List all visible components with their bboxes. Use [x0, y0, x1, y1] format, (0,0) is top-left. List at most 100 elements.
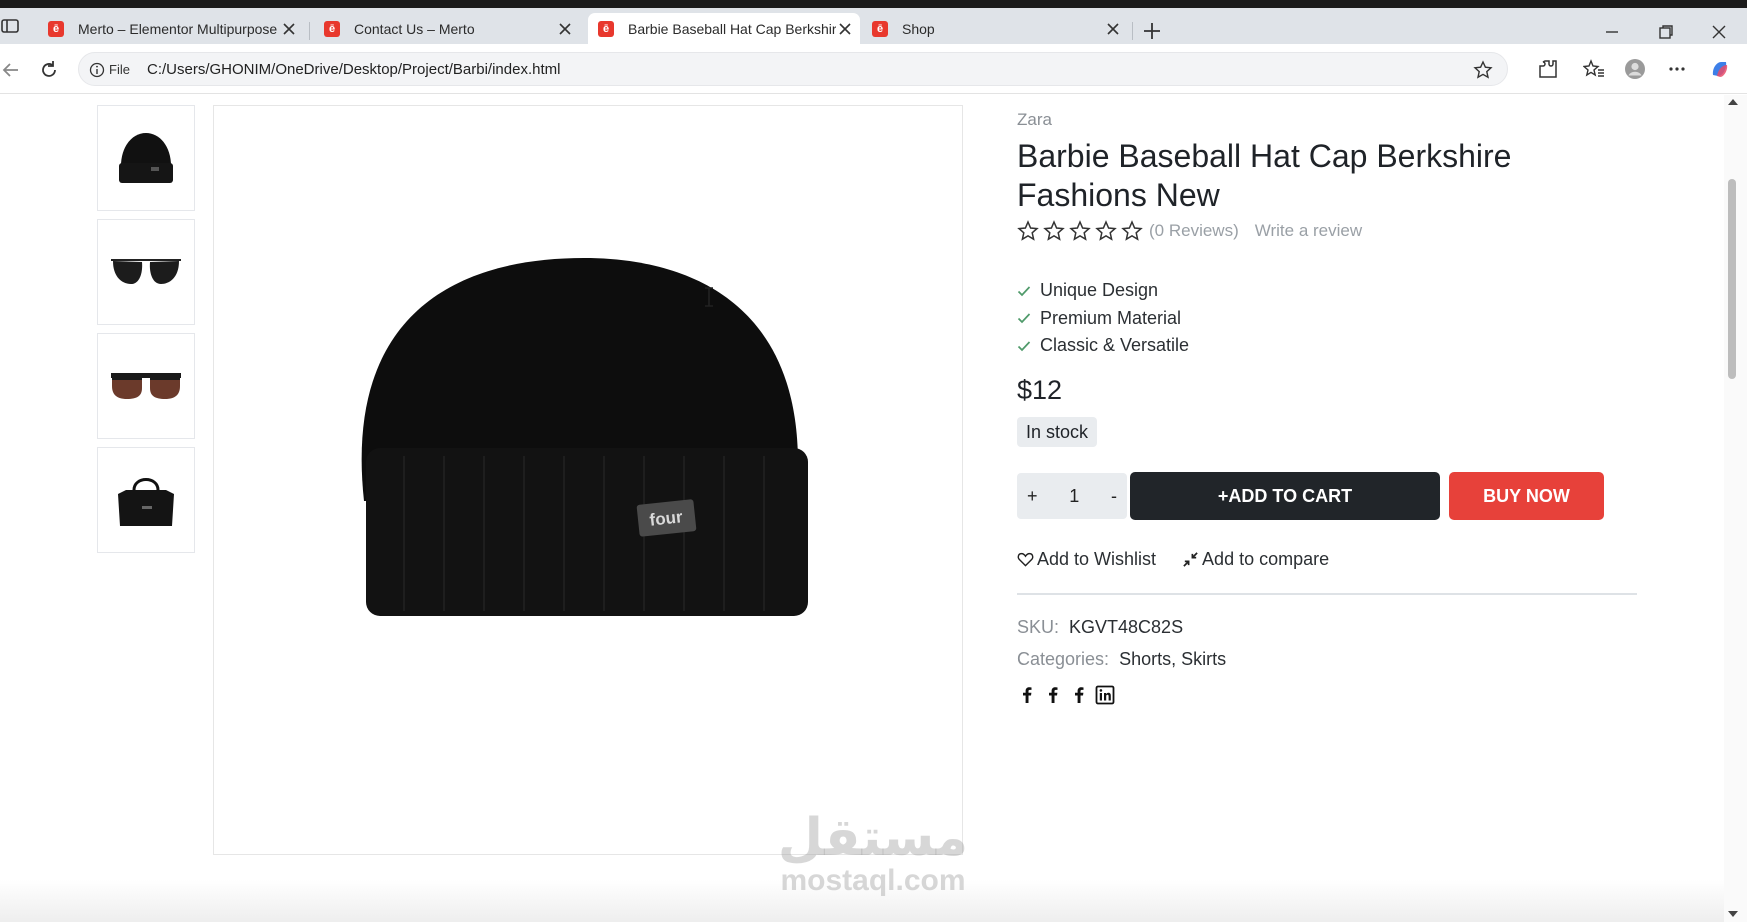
- star-icon[interactable]: [1473, 60, 1493, 80]
- rating-row: (0 Reviews) Write a review: [1017, 220, 1362, 242]
- write-review-link[interactable]: Write a review: [1255, 221, 1362, 241]
- merto-favicon-icon: ē: [324, 20, 340, 37]
- sku-value: KGVT48C82S: [1069, 617, 1184, 637]
- sku-label: SKU:: [1017, 617, 1060, 637]
- scroll-up-icon[interactable]: [1727, 97, 1739, 107]
- feature-item: Classic & Versatile: [1017, 332, 1189, 360]
- tab-title: Merto – Elementor Multipurpose: [78, 20, 278, 37]
- wishlist-label: Add to Wishlist: [1037, 549, 1157, 569]
- product-page: four Zara Barbie Baseball Hat Cap Berksh…: [0, 95, 1747, 922]
- sidebar-toggle-icon[interactable]: [0, 16, 20, 36]
- back-arrow-icon[interactable]: [0, 59, 22, 81]
- address-toolbar: File C:/Users/GHONIM/OneDrive/Desktop/Pr…: [0, 44, 1747, 94]
- reviews-count[interactable]: (0 Reviews): [1149, 221, 1239, 241]
- profile-icon[interactable]: [1624, 58, 1646, 80]
- feature-text: Premium Material: [1040, 307, 1182, 328]
- check-icon: [1017, 286, 1031, 296]
- compress-arrows-icon: [1183, 552, 1198, 567]
- merto-favicon-icon: ē: [598, 20, 614, 37]
- url-text[interactable]: C:/Users/GHONIM/OneDrive/Desktop/Project…: [147, 61, 560, 78]
- star-empty-icon: [1017, 220, 1039, 241]
- tab-contact-us[interactable]: ē Contact Us – Merto: [314, 13, 580, 44]
- close-icon[interactable]: [280, 20, 298, 38]
- product-title: Barbie Baseball Hat Cap Berkshire Fashio…: [1017, 138, 1512, 213]
- feature-list: Unique Design Premium Material Classic &…: [1017, 277, 1189, 360]
- reload-icon[interactable]: [38, 59, 60, 81]
- beanie-main-image: four: [361, 258, 808, 616]
- minimize-icon[interactable]: [1602, 22, 1622, 42]
- scrollbar-thumb[interactable]: [1728, 179, 1736, 379]
- divider: [1017, 593, 1637, 595]
- tab-merto-elementor[interactable]: ē Merto – Elementor Multipurpose: [38, 13, 304, 44]
- text-cursor-icon: [705, 287, 713, 307]
- star-empty-icon: [1121, 220, 1143, 241]
- rating-stars: [1017, 220, 1143, 242]
- sku-row: SKU: KGVT48C82S: [1017, 617, 1183, 638]
- watermark-latin: mostaql.com: [780, 864, 966, 897]
- categories-row: Categories: Shorts, Skirts: [1017, 649, 1226, 670]
- beanie-thumbnail-icon: [119, 133, 173, 183]
- beanie-label-text: four: [649, 507, 684, 529]
- add-to-cart-button[interactable]: +ADD TO CART: [1130, 472, 1440, 520]
- tab-separator: [1132, 22, 1133, 40]
- star-empty-icon: [1069, 220, 1091, 241]
- sunglasses-thumbnail-icon: [111, 259, 181, 284]
- file-label: File: [109, 62, 130, 77]
- categories-value[interactable]: Shorts, Skirts: [1119, 649, 1226, 669]
- close-icon[interactable]: [1104, 20, 1122, 38]
- tab-title: Barbie Baseball Hat Cap Berkshire: [628, 20, 836, 37]
- merto-favicon-icon: ē: [872, 20, 888, 37]
- feature-text: Classic & Versatile: [1040, 335, 1190, 356]
- product-price: $12: [1017, 375, 1063, 405]
- thumbnail-handbag[interactable]: [97, 447, 195, 553]
- check-icon: [1017, 313, 1031, 324]
- extensions-icon[interactable]: [1537, 58, 1559, 80]
- main-product-image[interactable]: four: [213, 105, 963, 855]
- compare-label: Add to compare: [1202, 549, 1330, 569]
- facebook-icon[interactable]: [1069, 685, 1089, 705]
- close-window-icon[interactable]: [1709, 22, 1729, 42]
- qty-value[interactable]: 1: [1069, 486, 1079, 507]
- tab-shop[interactable]: ē Shop: [862, 13, 1128, 44]
- thumbnail-beanie[interactable]: [97, 105, 195, 211]
- feature-item: Premium Material: [1017, 305, 1189, 333]
- brown-sunglasses-thumbnail-icon: [111, 373, 181, 399]
- tab-separator: [309, 22, 310, 40]
- thumbnail-aviator[interactable]: [97, 219, 195, 325]
- quantity-stepper: + 1 -: [1017, 473, 1127, 519]
- add-to-wishlist-link[interactable]: Add to Wishlist: [1017, 549, 1156, 570]
- facebook-icon[interactable]: [1017, 685, 1037, 705]
- scroll-down-icon[interactable]: [1727, 909, 1739, 919]
- close-icon[interactable]: [836, 20, 854, 38]
- plus-icon[interactable]: [1142, 21, 1162, 41]
- linkedin-icon[interactable]: [1095, 685, 1115, 705]
- watermark: مستقل mostaql.com: [763, 810, 983, 896]
- check-icon: [1017, 341, 1031, 351]
- stock-badge: In stock: [1017, 417, 1098, 447]
- handbag-thumbnail-icon: [118, 478, 174, 526]
- url-bar[interactable]: File C:/Users/GHONIM/OneDrive/Desktop/Pr…: [78, 52, 1508, 86]
- more-icon[interactable]: [1666, 58, 1688, 80]
- categories-label: Categories:: [1017, 649, 1110, 669]
- brand-label[interactable]: Zara: [1017, 110, 1052, 130]
- close-icon[interactable]: [556, 20, 574, 38]
- page-scrollbar[interactable]: [1724, 95, 1747, 922]
- window-top-strip: [0, 0, 1747, 8]
- facebook-icon[interactable]: [1043, 685, 1063, 705]
- qty-increase-button[interactable]: +: [1027, 486, 1038, 507]
- qty-decrease-button[interactable]: -: [1111, 486, 1117, 507]
- favorites-icon[interactable]: [1583, 58, 1605, 80]
- feature-text: Unique Design: [1040, 280, 1159, 301]
- tab-title: Contact Us – Merto: [354, 20, 475, 37]
- tab-title: Shop: [902, 20, 935, 37]
- social-share: [1017, 685, 1115, 705]
- thumbnail-brown-sunglasses[interactable]: [97, 333, 195, 439]
- copilot-icon[interactable]: [1709, 58, 1731, 80]
- restore-icon[interactable]: [1656, 22, 1676, 42]
- buy-now-button[interactable]: BUY NOW: [1449, 472, 1604, 520]
- feature-item: Unique Design: [1017, 277, 1189, 305]
- star-empty-icon: [1095, 220, 1117, 241]
- tab-barbie-hat[interactable]: ē Barbie Baseball Hat Cap Berkshire: [588, 13, 860, 44]
- info-icon[interactable]: [89, 62, 105, 78]
- add-to-compare-link[interactable]: Add to compare: [1182, 549, 1329, 570]
